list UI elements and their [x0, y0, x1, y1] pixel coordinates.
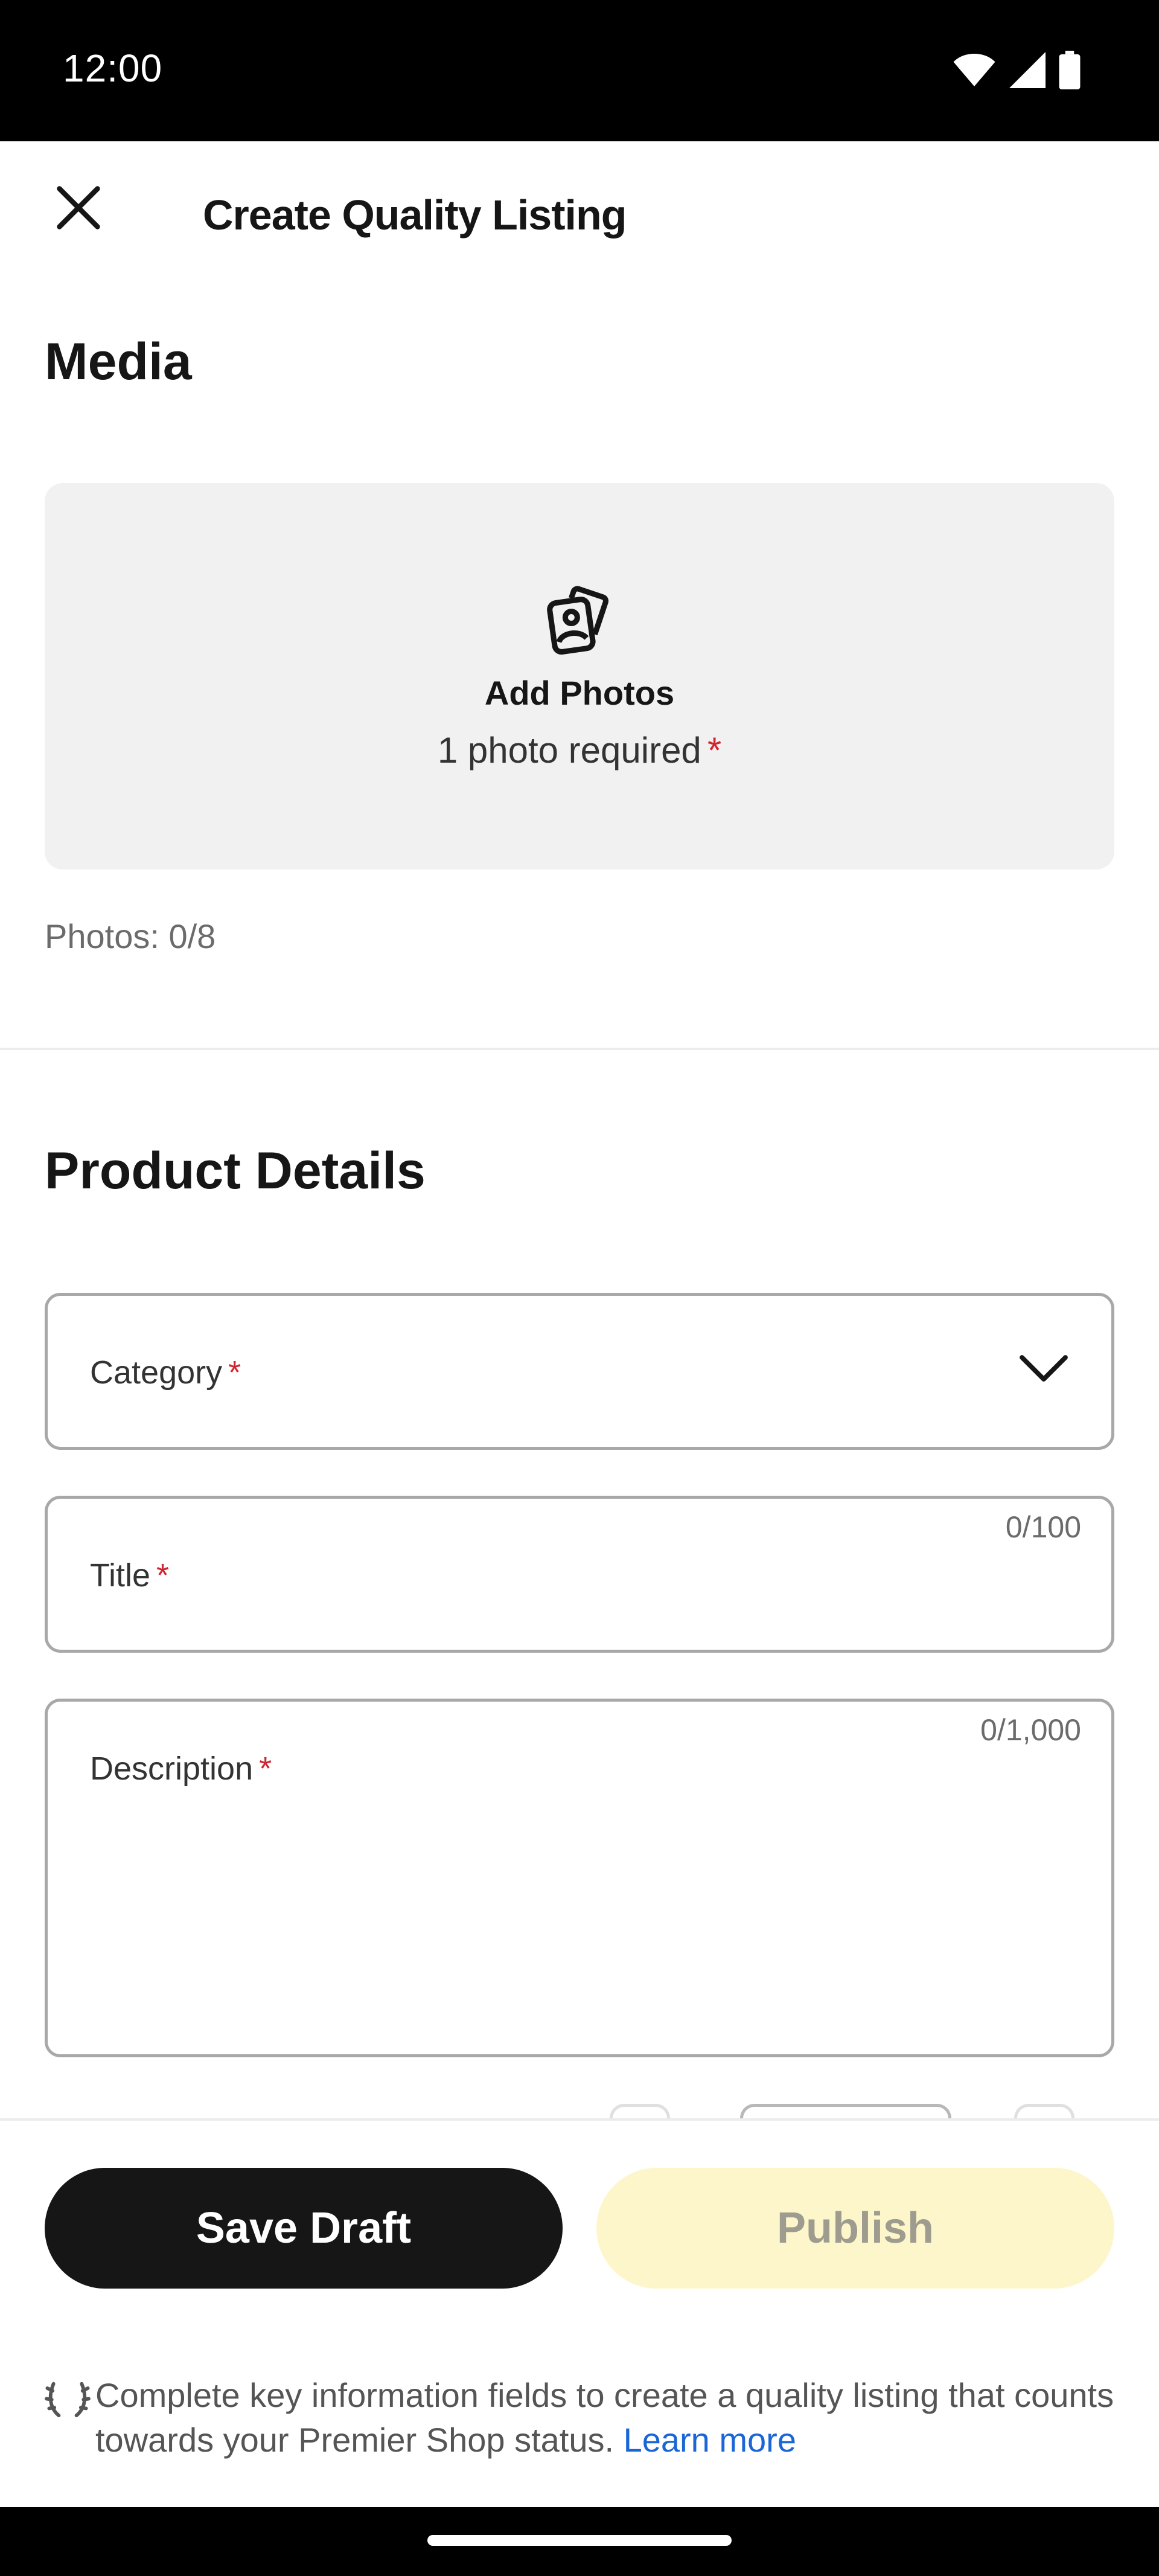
description-label-text: Description — [90, 1751, 254, 1787]
category-label-text: Category — [90, 1354, 223, 1391]
close-icon — [57, 186, 100, 229]
title-label-text: Title — [90, 1557, 151, 1594]
premier-shop-notice: Complete key information fields to creat… — [45, 2373, 1114, 2462]
peek-element — [1014, 2104, 1074, 2118]
photo-required-text: 1 photo required — [437, 730, 701, 771]
description-counter: 0/1,000 — [980, 1713, 1081, 1747]
wifi-icon — [953, 54, 995, 86]
photos-count: Photos: 0/8 — [45, 917, 216, 955]
category-label: Category * — [90, 1354, 241, 1391]
title-label: Title * — [90, 1557, 169, 1594]
required-mark: * — [707, 730, 722, 771]
required-mark: * — [156, 1557, 170, 1594]
page-title: Create Quality Listing — [203, 191, 627, 239]
home-indicator[interactable] — [427, 2535, 732, 2546]
publish-button[interactable]: Publish — [596, 2168, 1114, 2289]
add-photos-subtitle: 1 photo required * — [0, 729, 1159, 771]
peek-element — [740, 2104, 951, 2118]
photos-icon — [547, 586, 608, 655]
media-section-title: Media — [45, 333, 192, 391]
status-time: 12:00 — [63, 46, 163, 90]
notice-icon-wrap — [45, 2373, 95, 2462]
learn-more-link[interactable]: Learn more — [624, 2421, 796, 2459]
status-bar: 12:00 — [0, 0, 1159, 141]
peek-element — [610, 2104, 670, 2118]
category-dropdown[interactable]: Category * — [45, 1293, 1114, 1450]
chevron-down-icon — [1020, 1355, 1068, 1382]
signal-icon — [1009, 52, 1046, 88]
required-mark: * — [228, 1354, 241, 1391]
required-mark: * — [259, 1751, 272, 1787]
app-bar: Create Quality Listing — [0, 141, 1159, 298]
product-details-title: Product Details — [45, 1142, 426, 1200]
save-draft-button[interactable]: Save Draft — [45, 2168, 563, 2289]
notice-text: Complete key information fields to creat… — [95, 2376, 1114, 2459]
system-nav-bar — [0, 2507, 1159, 2576]
close-button[interactable] — [36, 165, 121, 250]
description-label: Description * — [90, 1750, 272, 1787]
title-counter: 0/100 — [1005, 1510, 1081, 1544]
notice-text-block: Complete key information fields to creat… — [95, 2373, 1114, 2462]
laurel-icon — [45, 2382, 91, 2418]
title-field[interactable]: 0/100 Title * — [45, 1496, 1114, 1653]
section-divider — [0, 1048, 1159, 1050]
description-field[interactable]: 0/1,000 Description * — [45, 1699, 1114, 2057]
add-photos-title: Add Photos — [484, 674, 675, 712]
status-icons — [953, 51, 1081, 89]
battery-icon — [1059, 51, 1081, 89]
